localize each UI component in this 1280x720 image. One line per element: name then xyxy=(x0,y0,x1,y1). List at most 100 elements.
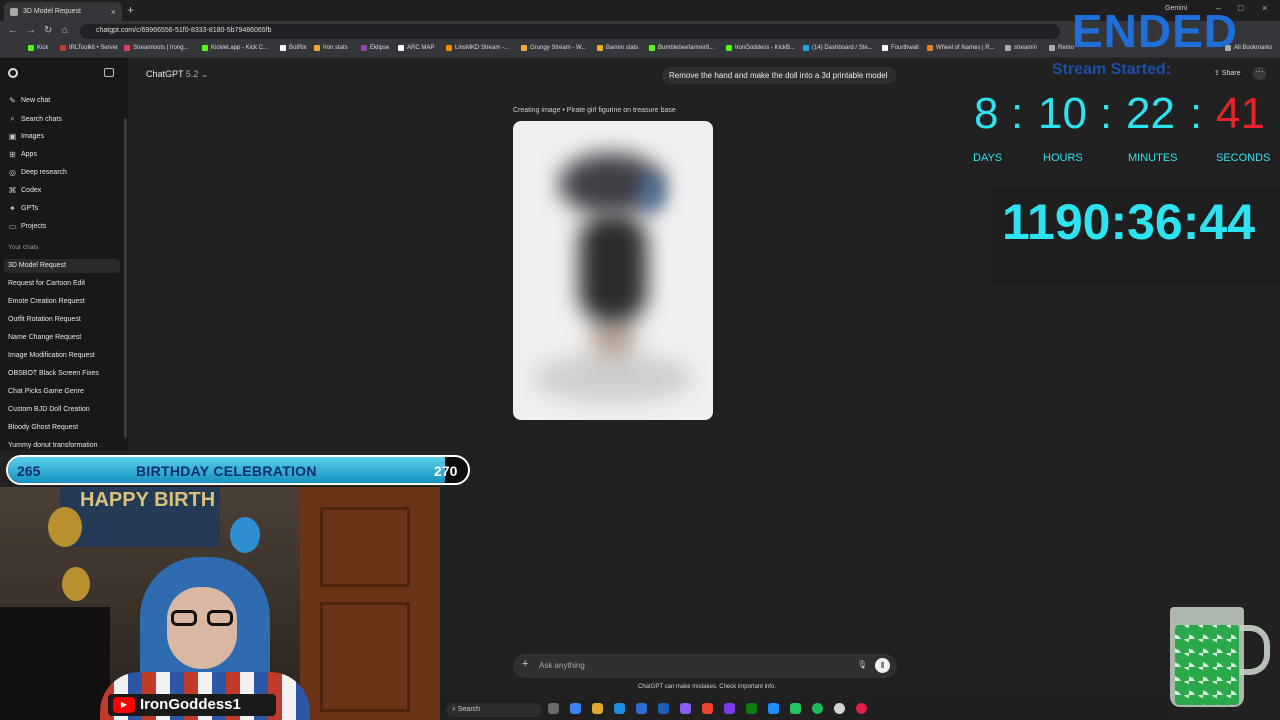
chrome-icon[interactable] xyxy=(702,703,713,714)
voice-mode-button[interactable]: ⦀ xyxy=(875,658,890,673)
add-attachment-icon[interactable]: + xyxy=(522,658,528,670)
bookmark-item[interactable]: Remo xyxy=(1049,45,1074,51)
bookmark-item[interactable]: Kicklet.app - Kick C... xyxy=(202,45,268,51)
forward-icon[interactable]: → xyxy=(26,25,36,36)
browser-tab[interactable]: 3D Model Request × xyxy=(4,2,122,21)
bookmark-favicon-icon xyxy=(398,45,404,51)
microphone-icon[interactable]: 🎙 xyxy=(857,660,867,669)
new-chat-icon: ✎ xyxy=(9,96,16,105)
store-icon[interactable] xyxy=(636,703,647,714)
bookmark-label: Streamloots | Irong... xyxy=(133,45,189,51)
bookmark-item[interactable]: Fourthwall xyxy=(882,45,919,51)
bookmark-label: BotRix xyxy=(289,45,307,51)
elapsed-timer: 1190:36:44 xyxy=(1002,194,1256,250)
sidebar-item-gpts[interactable]: ✦ GPTs xyxy=(8,204,38,213)
streamer-face xyxy=(167,587,237,669)
goal-title: BIRTHDAY CELEBRATION xyxy=(136,463,317,479)
message-input[interactable]: Ask anything xyxy=(539,661,585,670)
bookmark-item[interactable]: Grungy Stream - W... xyxy=(521,45,586,51)
sidebar-item-new-chat[interactable]: ✎ New chat xyxy=(8,96,50,105)
url-field[interactable]: chatgpt.com/c/69966556-51f0-8333-8180-5b… xyxy=(80,24,1060,39)
sidebar-item-projects[interactable]: ▭ Projects xyxy=(8,222,47,231)
share-button[interactable]: ⇪ Share xyxy=(1214,69,1241,77)
chat-history-item[interactable]: Outfit Rotation Request xyxy=(8,316,81,323)
close-tab-icon[interactable]: × xyxy=(111,7,116,17)
bookmark-item[interactable]: (14) Dashboard / Ste... xyxy=(803,45,873,51)
app-icon[interactable] xyxy=(768,703,779,714)
bookmark-item[interactable]: Streamloots | Irong... xyxy=(124,45,189,51)
sidebar-item-deep-research[interactable]: ◎ Deep research xyxy=(8,168,67,177)
deep-research-icon: ◎ xyxy=(9,168,16,177)
bookmark-favicon-icon xyxy=(927,45,933,51)
bookmark-label: Iron stats xyxy=(323,45,348,51)
sidebar-item-search-chats[interactable]: ⌕ Search chats xyxy=(8,114,62,124)
chat-history-item[interactable]: 3D Model Request xyxy=(4,259,120,273)
xbox-icon[interactable] xyxy=(746,703,757,714)
chat-history-item[interactable]: Image Modification Request xyxy=(8,352,95,359)
bookmark-label: LinsMKD Stream -... xyxy=(455,45,510,51)
bookmark-item[interactable]: Barren stats xyxy=(597,45,638,51)
bookmark-item[interactable]: streamin xyxy=(1005,45,1037,51)
stream-started-label: Stream Started: xyxy=(1052,61,1172,78)
bookmark-item[interactable]: Eklipse xyxy=(361,45,389,51)
more-options-icon[interactable]: ··· xyxy=(1253,67,1266,80)
bookmark-label: Kicklet.app - Kick C... xyxy=(211,45,269,51)
channel-name: IronGoddess1 xyxy=(140,696,241,713)
back-icon[interactable]: ← xyxy=(8,25,18,36)
share-icon: ⇪ xyxy=(1214,70,1220,77)
app-icon[interactable] xyxy=(680,703,691,714)
bookmark-label: Barren stats xyxy=(606,45,639,51)
collapse-sidebar-icon[interactable] xyxy=(104,68,114,77)
generated-image-preview[interactable] xyxy=(513,121,713,420)
chat-history-item[interactable]: Yummy donut transformation xyxy=(8,442,98,449)
reload-icon[interactable]: ↻ xyxy=(44,25,52,36)
chat-history-item[interactable]: OBSBOT Black Screen Fixes xyxy=(8,370,99,377)
sidebar-item-images[interactable]: ▣ Images xyxy=(8,132,44,141)
bookmark-item[interactable]: BotRix xyxy=(280,45,307,51)
browser-icon[interactable] xyxy=(614,703,625,714)
chat-history-item[interactable]: Request for Cartoon Edit xyxy=(8,280,85,287)
outlook-icon[interactable] xyxy=(658,703,669,714)
file-explorer-icon[interactable] xyxy=(592,703,603,714)
bookmark-item[interactable]: IRLToolkit • Server xyxy=(60,45,118,51)
bookmark-label: Fourthwall xyxy=(891,45,919,51)
projects-icon: ▭ xyxy=(8,222,17,231)
model-selector[interactable]: ChatGPT 5.2 ⌄ xyxy=(146,69,208,80)
sidebar-item-codex[interactable]: ⌘ Codex xyxy=(8,186,42,195)
new-tab-button[interactable]: + xyxy=(127,3,134,17)
bookmark-item[interactable]: LinsMKD Stream -... xyxy=(446,45,509,51)
sidebar-scrollbar[interactable] xyxy=(124,118,127,438)
maximize-icon[interactable]: □ xyxy=(1238,3,1243,13)
chat-history-item[interactable]: Bloody Ghost Request xyxy=(8,424,78,431)
chat-history-item[interactable]: Emote Creation Request xyxy=(8,298,85,305)
countdown-days: 8 xyxy=(974,89,999,138)
app-icon[interactable] xyxy=(790,703,801,714)
close-window-icon[interactable]: × xyxy=(1262,3,1267,13)
bookmark-favicon-icon xyxy=(882,45,888,51)
obs-icon[interactable] xyxy=(834,703,845,714)
bookmark-item[interactable]: ARC MAP xyxy=(398,45,434,51)
bookmark-item[interactable]: Kick xyxy=(28,45,48,51)
chat-history-item[interactable]: Custom BJD Doll Creation xyxy=(8,406,90,413)
taskbar-search[interactable]: ⌕ Search xyxy=(446,703,542,717)
share-label: Share xyxy=(1221,70,1241,77)
chatgpt-favicon-icon xyxy=(10,7,18,16)
bookmark-item[interactable]: Bumblebeefarmer8... xyxy=(649,45,714,51)
app-icon[interactable] xyxy=(856,703,867,714)
sidebar-item-apps[interactable]: ⊞ Apps xyxy=(8,150,37,159)
disclaimer-text: ChatGPT can make mistakes. Check importa… xyxy=(638,684,776,690)
edge-icon[interactable] xyxy=(570,703,581,714)
discord-icon[interactable] xyxy=(724,703,735,714)
bookmark-label: IRLToolkit • Server xyxy=(69,45,119,51)
bookmark-item[interactable]: IronGoddess - KickB... xyxy=(726,45,795,51)
goal-current: 265 xyxy=(17,463,41,479)
task-view-icon[interactable] xyxy=(548,703,559,714)
spotify-icon[interactable] xyxy=(812,703,823,714)
chatgpt-logo-icon[interactable] xyxy=(8,68,18,78)
chat-history-item[interactable]: Name Change Request xyxy=(8,334,81,341)
countdown-seconds: 41 xyxy=(1216,89,1265,138)
bookmark-item[interactable]: Iron stats xyxy=(314,45,348,51)
home-icon[interactable]: ⌂ xyxy=(62,25,68,36)
chat-history-item[interactable]: Chat Picks Game Genre xyxy=(8,388,84,395)
bookmark-item[interactable]: Wheel of Names | R... xyxy=(927,45,995,51)
